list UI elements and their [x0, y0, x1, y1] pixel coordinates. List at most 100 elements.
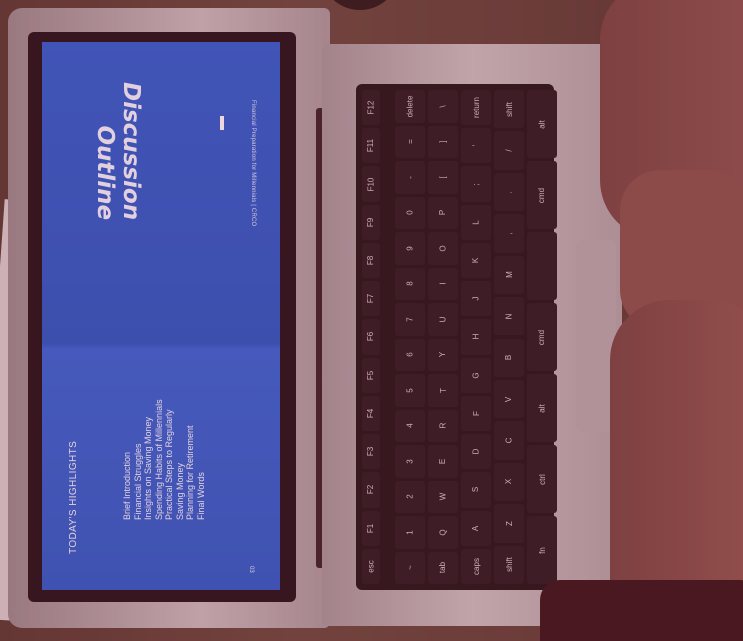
- highlight-item: Insights on Saving Money: [143, 416, 153, 520]
- key-label: F11: [366, 139, 376, 153]
- key-label: E: [438, 458, 448, 464]
- key-label: cmd: [537, 329, 547, 345]
- keyboard: esc F1 F2 F3 F4 F5 F6 F7 F8 F9 F10 F11 F12 ~1 2 3 4 5 6 7 8 9…: [356, 84, 557, 590]
- key-label: F1: [366, 523, 376, 533]
- key-label: ~: [405, 565, 415, 571]
- keyboard-key: shift: [494, 545, 524, 584]
- key-label: ;: [471, 182, 481, 186]
- keyboard-key: 0: [395, 196, 425, 229]
- key-label: caps: [471, 557, 481, 575]
- key-label: ,: [504, 232, 514, 235]
- keyboard-key: U: [428, 303, 458, 336]
- keyboard-key: O: [428, 232, 458, 265]
- key-label: H: [471, 334, 481, 340]
- key-label: Y: [438, 352, 448, 358]
- presentation-slide: Discussion Outline Financial Preparation…: [42, 42, 280, 590]
- keyboard-key: [527, 232, 557, 300]
- key-label: F9: [366, 217, 376, 227]
- keyboard-key: delete: [395, 90, 425, 123]
- keyboard-key: Q: [428, 516, 458, 549]
- highlight-item: Financial Struggles: [132, 443, 143, 520]
- keyboard-key: cmd: [527, 303, 557, 371]
- key-label: A: [471, 525, 481, 531]
- key-label: F8: [366, 255, 376, 266]
- key-label: ]: [438, 140, 448, 143]
- keyboard-key: F8: [362, 242, 380, 279]
- keyboard-key: ~: [395, 551, 425, 584]
- key-label: 9: [405, 246, 415, 251]
- keyboard-key: -: [395, 161, 425, 194]
- highlight-item: Planning for Retirement: [185, 425, 195, 520]
- keyboard-key: L: [461, 204, 491, 240]
- key-label: 6: [405, 352, 415, 357]
- key-label: 5: [405, 388, 415, 393]
- key-label: fn: [537, 546, 547, 554]
- key-label: 0: [405, 210, 415, 215]
- keyboard-key: S: [461, 472, 491, 508]
- key-label: F5: [366, 370, 376, 380]
- slide-page-number: 03: [248, 566, 254, 573]
- shirt-sleeve: [540, 580, 743, 641]
- highlight-item: Final Words: [195, 472, 206, 520]
- keyboard-key: shift: [494, 90, 524, 129]
- key-label: C: [504, 437, 514, 444]
- keyboard-key: return: [461, 90, 491, 126]
- keyboard-key: [: [428, 161, 458, 194]
- key-label: 8: [405, 281, 415, 286]
- key-label: Q: [438, 529, 448, 536]
- keyboard-key: C: [494, 421, 524, 460]
- key-label: ': [471, 145, 481, 147]
- key-label: \: [438, 105, 448, 108]
- keyboard-key: Y: [428, 338, 458, 371]
- key-label: /: [504, 149, 514, 152]
- keyboard-key: caps: [461, 548, 491, 584]
- keyboard-key: ;: [461, 166, 491, 202]
- keyboard-key: F9: [362, 204, 380, 240]
- keyboard-key: F10: [362, 166, 380, 202]
- keyboard-key: 6: [395, 338, 425, 371]
- key-label: delete: [405, 95, 415, 118]
- keyboard-key: F2: [362, 472, 380, 508]
- key-label: G: [471, 372, 481, 379]
- slide-accent-bar: [220, 116, 224, 130]
- keyboard-key: E: [428, 445, 458, 478]
- keyboard-key: fn: [527, 516, 557, 584]
- keyboard-key: cmd: [527, 161, 557, 229]
- keyboard-key: alt: [527, 374, 557, 442]
- keyboard-key: tab: [428, 551, 458, 584]
- key-label: J: [471, 296, 481, 301]
- key-label: F2: [366, 485, 376, 495]
- keyboard-key: 4: [395, 409, 425, 442]
- keyboard-key: I: [428, 267, 458, 300]
- keyboard-key: F3: [362, 434, 380, 470]
- key-label: 1: [405, 530, 415, 535]
- key-label: F10: [366, 177, 376, 191]
- key-label: F7: [366, 294, 376, 304]
- keyboard-key: W: [428, 480, 458, 513]
- key-label: B: [504, 355, 514, 361]
- keyboard-key: P: [428, 196, 458, 229]
- key-label: T: [438, 387, 448, 393]
- key-label: P: [438, 210, 448, 216]
- keyboard-key: J: [461, 281, 491, 317]
- key-label: esc: [366, 560, 376, 573]
- key-label: S: [471, 487, 481, 493]
- keyboard-key: V: [494, 379, 524, 419]
- key-label: N: [504, 313, 514, 320]
- key-label: Z: [504, 520, 514, 526]
- keyboard-key: 1: [395, 516, 425, 549]
- keyboard-key: 9: [395, 232, 425, 265]
- keyboard-key: alt: [527, 90, 557, 158]
- key-label: =: [405, 139, 415, 145]
- keyboard-key: .: [494, 172, 524, 212]
- key-label: V: [504, 396, 514, 402]
- keyboard-key: ,: [494, 214, 524, 253]
- key-label: W: [438, 492, 448, 501]
- key-label: ctrl: [537, 473, 547, 485]
- keyboard-key: G: [461, 357, 491, 393]
- keyboard-key: /: [494, 131, 524, 170]
- keyboard-key: \: [428, 90, 458, 123]
- keyboard-key: F12: [362, 90, 380, 126]
- keyboard-key: H: [461, 319, 491, 355]
- keyboard-key: ]: [428, 125, 458, 158]
